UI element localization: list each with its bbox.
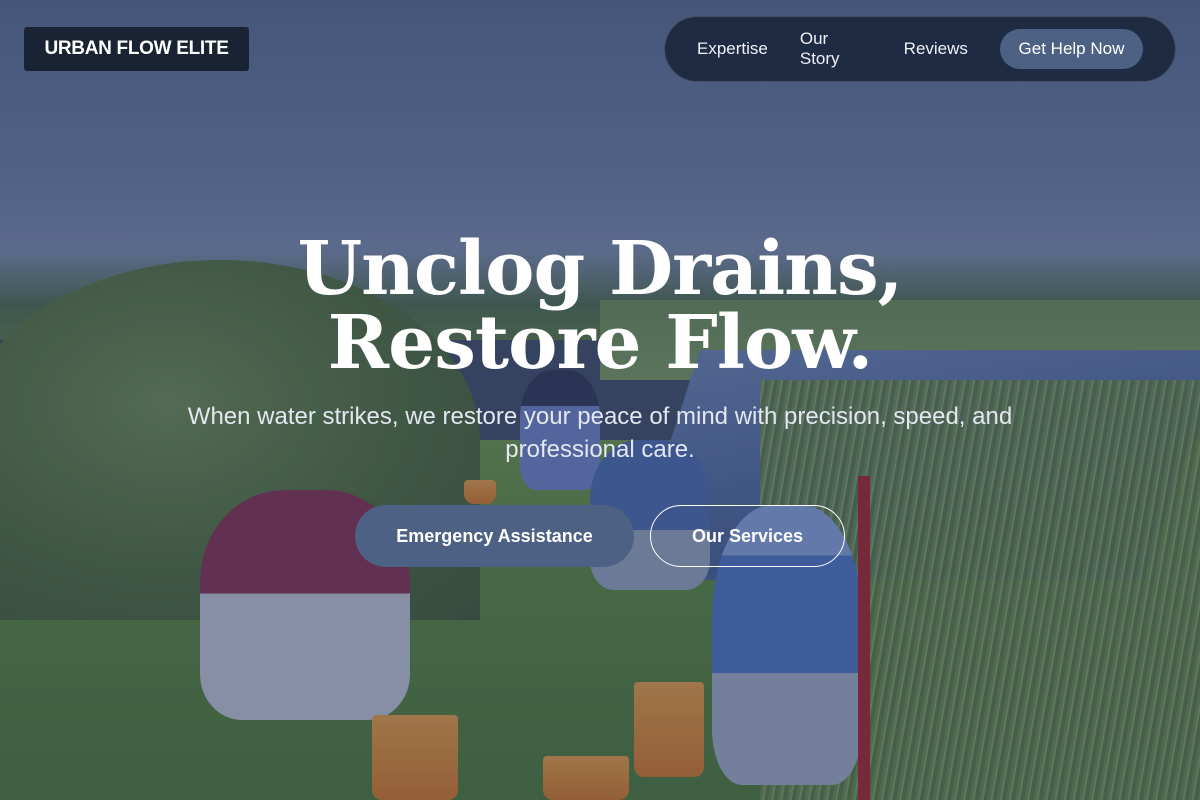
our-services-button[interactable]: Our Services (650, 505, 845, 567)
hero-headline: Unclog Drains, Restore Flow. (297, 226, 904, 386)
nav-link-our-story[interactable]: Our Story (800, 29, 872, 69)
hero-subheadline: When water strikes, we restore your peac… (187, 403, 1013, 463)
site-logo[interactable]: URBAN FLOW ELITE (24, 27, 249, 71)
nav-link-reviews[interactable]: Reviews (904, 39, 968, 59)
emergency-assistance-button[interactable]: Emergency Assistance (355, 505, 634, 567)
main-nav: Expertise Our Story Reviews Get Help Now (664, 16, 1176, 82)
nav-link-expertise[interactable]: Expertise (697, 39, 768, 59)
get-help-now-button[interactable]: Get Help Now (999, 29, 1143, 69)
